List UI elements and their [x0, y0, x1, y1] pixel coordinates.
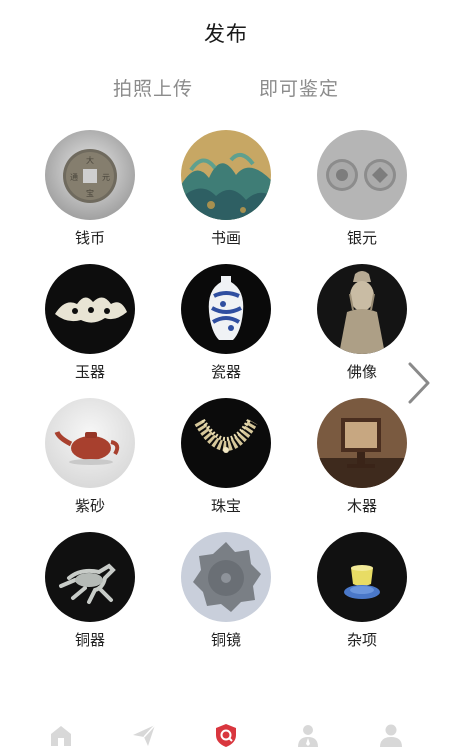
subtitle-right: 即可鉴定	[259, 78, 340, 100]
category-teapot[interactable]: 紫砂	[22, 398, 158, 516]
tab-appraise[interactable]	[209, 720, 243, 750]
bronze-mirror-thumbnail	[181, 532, 271, 622]
category-jade[interactable]: 玉器	[22, 264, 158, 382]
buddha-thumbnail	[317, 264, 407, 354]
category-bronze-mirror[interactable]: 铜镜	[158, 532, 294, 650]
profile-icon	[379, 724, 402, 747]
svg-text:元: 元	[102, 173, 110, 182]
subtitle-left: 拍照上传	[112, 78, 193, 100]
send-icon	[132, 724, 156, 746]
misc-thumbnail	[317, 532, 407, 622]
bronze-thumbnail	[45, 532, 135, 622]
tab-home[interactable]	[44, 720, 78, 750]
svg-text:通: 通	[70, 172, 78, 182]
category-label: 瓷器	[210, 363, 241, 381]
chevron-right-icon[interactable]	[404, 360, 434, 406]
category-label: 紫砂	[74, 497, 105, 515]
category-jewelry[interactable]: 珠宝	[158, 398, 294, 516]
expert-icon	[298, 725, 319, 747]
category-silver-dollar[interactable]: 银元	[294, 130, 430, 248]
category-label: 书画	[210, 229, 241, 247]
silver-dollar-thumbnail	[317, 130, 407, 220]
category-porcelain[interactable]: 瓷器	[158, 264, 294, 382]
category-label: 铜器	[74, 631, 105, 649]
home-icon	[51, 726, 72, 746]
category-label: 钱币	[74, 229, 105, 247]
category-bronze[interactable]: 铜器	[22, 532, 158, 650]
wood-thumbnail	[317, 398, 407, 488]
category-wood[interactable]: 木器	[294, 398, 430, 516]
teapot-thumbnail	[45, 398, 135, 488]
coin-thumbnail: 大 宝 通 元	[45, 130, 135, 220]
jade-thumbnail	[45, 264, 135, 354]
category-coin[interactable]: 大 宝 通 元 钱币	[22, 130, 158, 248]
category-label: 佛像	[346, 363, 377, 381]
category-label: 铜镜	[210, 631, 241, 649]
shield-icon	[215, 724, 236, 747]
tab-send[interactable]	[127, 720, 161, 750]
svg-text:大: 大	[86, 155, 94, 165]
category-grid: 大 宝 通 元 钱币 书画 银元 玉器 瓷器 佛像 紫砂 珠宝 木器 铜器 铜镜…	[22, 130, 432, 650]
tab-profile[interactable]	[374, 720, 408, 750]
svg-text:宝: 宝	[86, 188, 94, 198]
tab-bar	[0, 720, 452, 755]
category-misc[interactable]: 杂项	[294, 532, 430, 650]
painting-thumbnail	[181, 130, 271, 220]
category-label: 木器	[346, 497, 377, 515]
category-label: 银元	[346, 229, 377, 247]
page-title: 发布	[204, 22, 248, 46]
category-label: 珠宝	[210, 497, 241, 515]
jewelry-thumbnail	[181, 398, 271, 488]
subtitle: 拍照上传 即可鉴定	[0, 74, 452, 101]
category-painting[interactable]: 书画	[158, 130, 294, 248]
porcelain-thumbnail	[181, 264, 271, 354]
category-label: 杂项	[346, 631, 377, 649]
category-label: 玉器	[74, 363, 105, 381]
tab-expert[interactable]	[291, 720, 325, 750]
